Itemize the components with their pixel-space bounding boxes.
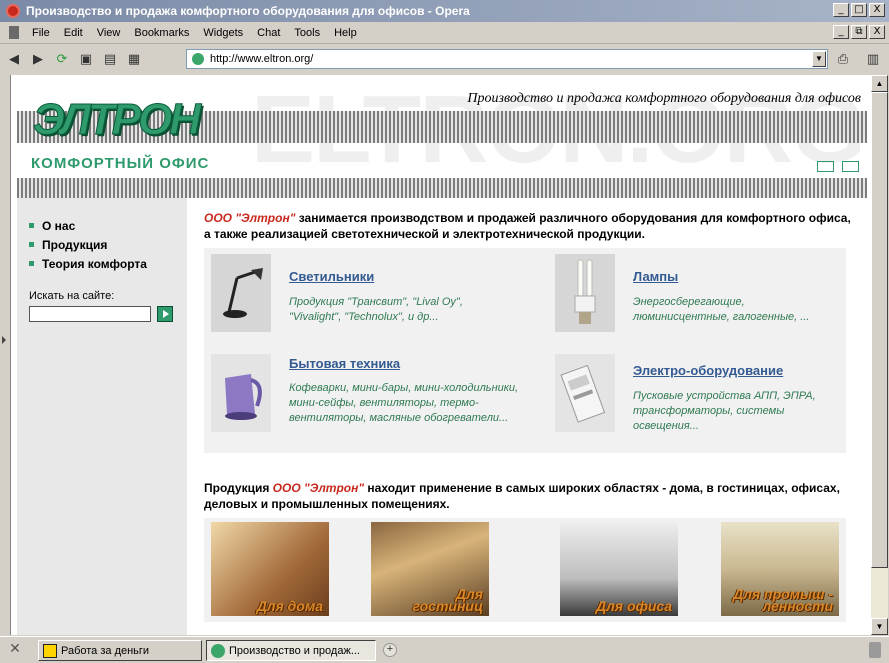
search-label: Искать на сайте: (29, 290, 115, 302)
room-office-label[interactable]: Для офиса (596, 599, 672, 613)
usage-areas-panel: Для дома Для гостиниц Для офиса Для пром… (204, 518, 846, 622)
product-desc-electrical: Пусковые устройства АПП, ЭПРА, трансформ… (633, 390, 816, 432)
menu-view[interactable]: View (90, 27, 128, 39)
nav-item-products[interactable]: Продукция (29, 235, 147, 254)
address-dropdown-button[interactable]: ▼ (812, 51, 826, 67)
kettle-image[interactable] (211, 354, 271, 432)
intro-paragraph: ООО "Элтрон" занимается производством и … (204, 210, 856, 242)
menu-edit[interactable]: Edit (57, 27, 90, 39)
mail-icon[interactable] (842, 161, 859, 172)
nav-item-label[interactable]: О нас (42, 219, 75, 233)
document-icon (9, 26, 19, 39)
reload-icon[interactable]: ⟳ (52, 49, 72, 69)
scroll-down-button[interactable]: ▼ (871, 618, 888, 635)
bullet-icon (29, 223, 34, 228)
menu-help[interactable]: Help (327, 27, 364, 39)
usage-paragraph: Продукция ООО "Элтрон" находит применени… (204, 480, 856, 512)
menu-tools[interactable]: Tools (287, 27, 327, 39)
globe-icon (192, 53, 204, 65)
cfl-bulb-image[interactable] (555, 254, 615, 332)
product-title-electrical[interactable]: Электро-оборудование (633, 363, 783, 378)
globe-icon (211, 643, 225, 658)
sidebar-nav: О нас Продукция Теория комфорта (29, 216, 147, 273)
search-go-button[interactable] (157, 306, 173, 322)
nav-item-label[interactable]: Теория комфорта (42, 257, 147, 271)
task-label[interactable]: Работа за деньги (61, 645, 149, 657)
room-industry-label[interactable]: Для промыш - ленности (733, 587, 833, 613)
panel-toggle-icon[interactable] (2, 336, 6, 344)
intro-text: занимается производством и продажей разл… (204, 211, 851, 241)
site-logo[interactable]: ЭЛТРОН (33, 95, 202, 145)
menu-chat[interactable]: Chat (250, 27, 287, 39)
product-title-appliances[interactable]: Бытовая техника (289, 356, 400, 371)
room-home-label[interactable]: Для дома (257, 599, 323, 613)
page-viewport: ELTRON.ORG Производство и продажа комфор… (10, 75, 871, 635)
vertical-scrollbar[interactable]: ▲ ▼ (871, 75, 888, 635)
ballast-device-image[interactable] (555, 354, 615, 432)
task-button-eltron[interactable]: Производство и продаж... (206, 640, 376, 661)
tab-close-button[interactable]: X (869, 25, 885, 39)
menu-widgets[interactable]: Widgets (196, 27, 250, 39)
aq-icon (43, 643, 57, 658)
desk-lamp-image[interactable] (211, 254, 271, 332)
nav-item-comfort-theory[interactable]: Теория комфорта (29, 254, 147, 273)
brand-name: ООО "Элтрон" (204, 211, 296, 225)
scroll-thumb[interactable] (871, 92, 888, 568)
room-hotel-label[interactable]: Для гостиниц (412, 587, 483, 613)
taskbar: ✕ Работа за деньги Производство и продаж… (0, 636, 889, 663)
opera-logo-icon (6, 4, 20, 18)
room-office-image[interactable]: Для офиса (560, 522, 678, 616)
sitemap-icon[interactable] (817, 161, 834, 172)
trash-icon[interactable] (869, 642, 881, 658)
close-button[interactable]: X (869, 3, 885, 17)
room-home-image[interactable]: Для дома (211, 522, 329, 616)
window-title: Производство и продажа комфортного обору… (26, 4, 470, 18)
menu-file[interactable]: File (25, 27, 57, 39)
room-industry-image[interactable]: Для промыш - ленности (721, 522, 839, 616)
panel-icon[interactable]: ▥ (863, 49, 883, 69)
header-divider-stripes (17, 178, 867, 198)
search-input[interactable] (29, 306, 151, 322)
printer-icon[interactable]: ⎙ (833, 49, 853, 69)
tab-minimize-button[interactable]: _ (833, 25, 849, 39)
product-title-lamps[interactable]: Лампы (633, 269, 678, 284)
task-label[interactable]: Производство и продаж... (229, 645, 360, 657)
tab-restore-button[interactable]: ⧉ (851, 25, 867, 39)
brand-name: ООО "Элтрон" (272, 481, 365, 495)
print-icon[interactable]: ▦ (124, 49, 144, 69)
bullet-icon (29, 261, 34, 266)
maximize-button[interactable]: □ (851, 3, 867, 17)
task-button-earnings[interactable]: Работа за деньги (38, 640, 202, 661)
tools-icon[interactable]: ✕ (6, 641, 24, 659)
product-desc-appliances: Кофеварки, мини-бары, мини-холодильники,… (289, 382, 519, 424)
camera-icon[interactable]: ▣ (76, 49, 96, 69)
nav-item-about[interactable]: О нас (29, 216, 147, 235)
address-bar[interactable]: http://www.eltron.org/ ▼ (186, 49, 828, 69)
forward-arrow-icon[interactable]: ▶ (28, 49, 48, 69)
site-slogan: КОМФОРТНЫЙ ОФИС (31, 155, 210, 172)
usage-prefix: Продукция (204, 481, 273, 495)
back-arrow-icon[interactable]: ◀ (4, 49, 24, 69)
bullet-icon (29, 242, 34, 247)
minimize-button[interactable]: _ (833, 3, 849, 17)
sidebar: О нас Продукция Теория комфорта Искать н… (17, 198, 187, 635)
menu-bookmarks[interactable]: Bookmarks (127, 27, 196, 39)
scroll-up-button[interactable]: ▲ (871, 75, 888, 92)
new-tab-plus-icon[interactable]: + (383, 643, 397, 657)
title-bar: Производство и продажа комфортного обору… (0, 0, 889, 22)
room-hotel-image[interactable]: Для гостиниц (371, 522, 489, 616)
products-panel: Светильники Продукция "Трансвит", "Lival… (204, 248, 846, 453)
nav-item-label[interactable]: Продукция (42, 238, 107, 252)
page-menu-icon[interactable]: ▤ (100, 49, 120, 69)
menu-bar: File Edit View Bookmarks Widgets Chat To… (0, 22, 889, 44)
product-title-fixtures[interactable]: Светильники (289, 269, 374, 284)
product-desc-fixtures: Продукция "Трансвит", "Lival Oy", "Vival… (289, 296, 463, 323)
navigation-toolbar: ◀ ▶ ⟳ ▣ ▤ ▦ http://www.eltron.org/ ▼ ⎙ ▥ (0, 45, 889, 73)
site-tagline: Производство и продажа комфортного обору… (467, 91, 861, 106)
address-url[interactable]: http://www.eltron.org/ (210, 53, 313, 65)
product-desc-lamps: Энергосберегающие, люминисцентные, галог… (633, 296, 810, 323)
